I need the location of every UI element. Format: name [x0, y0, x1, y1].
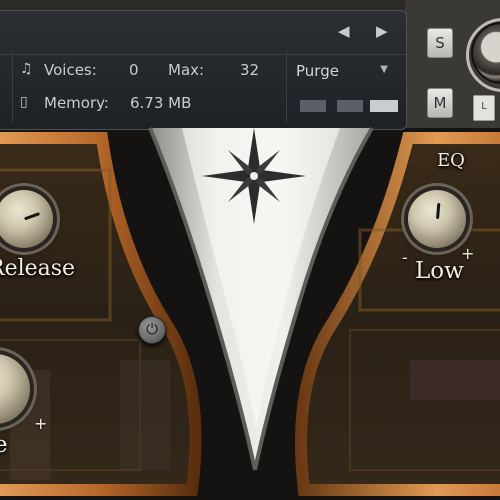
left-control-panel [0, 130, 220, 500]
release-label: Release [0, 256, 76, 281]
eq-low-label: Low [415, 258, 464, 284]
lower-left-knob-label: e [0, 432, 8, 458]
plus-sign: + [34, 414, 48, 433]
right-control-panel [290, 130, 500, 500]
eq-section-title: EQ [437, 150, 465, 171]
knob-pointer [23, 212, 40, 221]
right-panel-frame [295, 132, 500, 496]
power-icon[interactable]: ⏻ [138, 316, 166, 344]
left-panel-frame [0, 132, 202, 496]
eq-low-knob[interactable] [408, 190, 466, 248]
knob-pointer [435, 202, 440, 220]
minus-sign: - [402, 248, 408, 267]
